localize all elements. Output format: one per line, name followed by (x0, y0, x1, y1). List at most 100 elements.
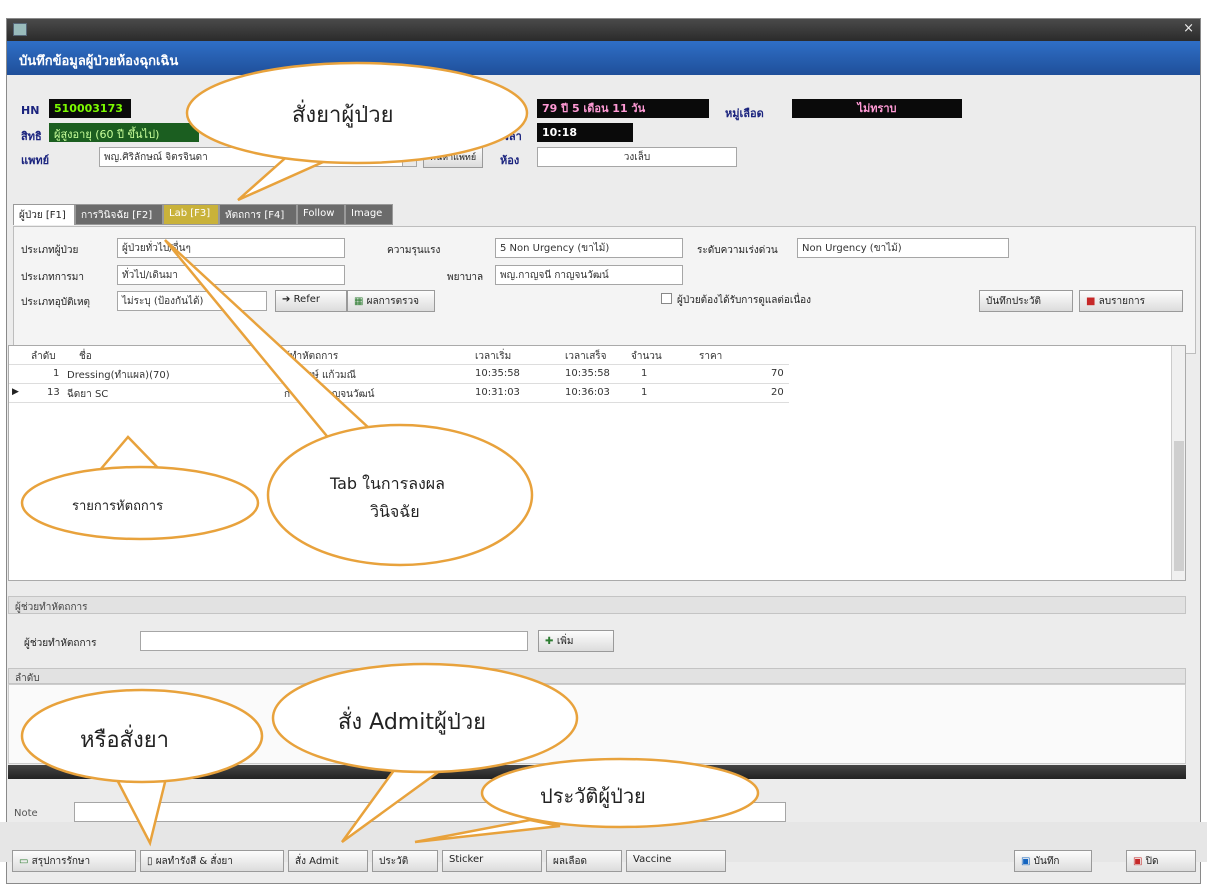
xray-drug-button[interactable]: ▯ ผลทำรังสี & สั่งยา (140, 850, 284, 872)
col-end: เวลาเสร็จ (565, 351, 607, 362)
arrival-field[interactable]: ทั่วไป/เดินมา (117, 265, 345, 285)
age-value: 79 ปี 5 เดือน 11 วัน (537, 99, 709, 118)
summary-button-label: สรุปการรักษา (31, 856, 91, 867)
vital-sign-button[interactable]: ▦ ผลการตรวจ (347, 290, 435, 312)
save-icon: ▣ (1021, 856, 1034, 867)
annotation-diag-tab-1: Tab ในการลงผล (330, 474, 445, 493)
assist-list-header: ลำดับ (8, 668, 1186, 684)
bloodgroup-value: ไม่ทราบ (792, 99, 962, 118)
form-header: บันทึกข้อมูลผู้ป่วยห้องฉุกเฉิน (7, 41, 1200, 75)
assist-input[interactable] (140, 631, 528, 651)
app-icon (13, 23, 27, 36)
save-history-button[interactable]: บันทึกประวัติ (979, 290, 1073, 312)
delete-item-button-label: ลบรายการ (1098, 296, 1146, 307)
col-price: ราคา (699, 351, 723, 362)
annotation-procedure-list: รายการหัตถการ (72, 499, 164, 514)
assist-list (8, 684, 1186, 764)
exit-button[interactable]: ▣ ปิด (1126, 850, 1196, 872)
tab-procedure[interactable]: หัตถการ [F4] (219, 204, 297, 225)
divider-bar (8, 765, 1186, 779)
continue-care-label: ผู้ป่วยต้องได้รับการดูแลต่อเนื่อง (677, 295, 812, 306)
row1-end[interactable]: 10:35:58 (565, 368, 610, 379)
row2-by[interactable]: กาญจนี กาญจนวัฒน์ (284, 387, 374, 402)
severity-label: ความรุนแรง (387, 245, 441, 256)
close-icon[interactable]: × (1183, 21, 1194, 36)
annotation-or-drug: หรือสั่งยา (80, 728, 169, 753)
close-icon: ▣ (1133, 856, 1146, 867)
chevron-down-icon[interactable]: ▼ (402, 148, 416, 166)
row2-end[interactable]: 10:36:03 (565, 387, 610, 398)
row1-name[interactable]: Dressing(ทำแผล)(70) (67, 368, 170, 383)
triage-field[interactable]: Non Urgency (ขาไม้) (797, 238, 1009, 258)
room-label: ห้อง (500, 154, 520, 167)
triage-label: ระดับความเร่งด่วน (697, 245, 778, 256)
hn-label: HN (21, 104, 40, 117)
grid-scrollbar[interactable] (1171, 346, 1185, 580)
refer-button-label: Refer (293, 294, 320, 305)
pt-type-label: ประเภทผู้ป่วย (21, 245, 79, 256)
time-value: 10:18 (537, 123, 633, 142)
nurse-label: พยาบาล (447, 272, 484, 283)
admit-button[interactable]: สั่ง Admit (288, 850, 368, 872)
col-name: ชื่อ (79, 351, 92, 362)
nurse-field[interactable]: พญ.กาญจนี กาญจนวัฒน์ (495, 265, 683, 285)
form-title: บันทึกข้อมูลผู้ป่วยห้องฉุกเฉิน (19, 54, 179, 69)
xray-drug-button-label: ผลทำรังสี & สั่งยา (155, 856, 233, 867)
grid-header-line (9, 364, 789, 365)
row2-price[interactable]: 20 (771, 387, 784, 398)
accident-field[interactable]: ไม่ระบุ (ป้องกันได้) (117, 291, 267, 311)
annotation-diag-tab-2: วินิจฉัย (370, 502, 420, 521)
grid-scroll-thumb[interactable] (1174, 441, 1184, 571)
right-value: ผู้สูงอายุ (60 ปี ขึ้นไป) (49, 123, 199, 142)
sticker-button[interactable]: Sticker (442, 850, 542, 872)
document-icon: ▭ (19, 856, 32, 867)
time-label: เวลา (499, 130, 522, 143)
row1-qty[interactable]: 1 (641, 368, 647, 379)
vital-sign-button-label: ผลการตรวจ (366, 296, 420, 307)
doctor-select-value: พญ.ศิริลักษณ์ จิตรจินดา (104, 152, 208, 163)
exit-button-label: ปิด (1145, 856, 1159, 867)
summary-button[interactable]: ▭ สรุปการรักษา (12, 850, 136, 872)
row1-price[interactable]: 70 (771, 368, 784, 379)
plus-icon: ✚ (545, 636, 557, 647)
row1-no[interactable]: 1 (53, 368, 59, 379)
doctor-select[interactable]: พญ.ศิริลักษณ์ จิตรจินดา ▼ (99, 147, 417, 167)
hn-value: 510003173 (49, 99, 131, 118)
tab-follow[interactable]: Follow (297, 204, 345, 225)
room-field[interactable]: วงเล็บ (537, 147, 737, 167)
tab-diagnosis[interactable]: การวินิจฉัย [F2] (75, 204, 163, 225)
history-button[interactable]: ประวัติ (372, 850, 438, 872)
accident-label: ประเภทอุบัติเหตุ (21, 297, 91, 308)
delete-icon: ■ (1086, 296, 1099, 307)
row-divider (9, 402, 789, 403)
row2-no[interactable]: 13 (47, 387, 60, 398)
tab-image[interactable]: Image (345, 204, 393, 225)
assist-section-header: ผู้ช่วยทำหัตถการ (8, 596, 1186, 614)
refer-button[interactable]: ➔ Refer (275, 290, 347, 312)
note-input[interactable] (74, 802, 786, 822)
row2-name[interactable]: ฉีดยา SC (67, 387, 108, 402)
xray-icon: ▯ (147, 856, 156, 867)
assist-label: ผู้ช่วยทำหัตถการ (24, 638, 97, 649)
save-button[interactable]: ▣ บันทึก (1014, 850, 1092, 872)
row2-start[interactable]: 10:31:03 (475, 387, 520, 398)
right-label: สิทธิ (21, 130, 42, 143)
pt-type-field[interactable]: ผู้ป่วยทั่วไป/อื่นๆ (117, 238, 345, 258)
doctor-label: แพทย์ (21, 154, 50, 167)
arrival-label: ประเภทการมา (21, 272, 84, 283)
row2-qty[interactable]: 1 (641, 387, 647, 398)
continue-care-checkbox[interactable] (661, 293, 672, 304)
col-by: ผู้ทำหัตถการ (284, 351, 339, 362)
doctor-search-button[interactable]: ค้นหาแพทย์ (423, 146, 484, 168)
tab-patient[interactable]: ผู้ป่วย [F1] (13, 204, 75, 225)
row1-start[interactable]: 10:35:58 (475, 368, 520, 379)
blood-result-button[interactable]: ผลเลือด (546, 850, 622, 872)
tab-lab[interactable]: Lab [F3] (163, 204, 219, 225)
severity-field[interactable]: 5 Non Urgency (ขาไม้) (495, 238, 683, 258)
vaccine-button[interactable]: Vaccine (626, 850, 726, 872)
chart-icon: ▦ (354, 296, 367, 307)
delete-item-button[interactable]: ■ ลบรายการ (1079, 290, 1183, 312)
add-assist-button[interactable]: ✚ เพิ่ม (538, 630, 614, 652)
annotation-history: ประวัติผู้ป่วย (540, 784, 646, 808)
row1-by[interactable]: เชิดพงษ์ แก้วมณี (284, 368, 356, 383)
